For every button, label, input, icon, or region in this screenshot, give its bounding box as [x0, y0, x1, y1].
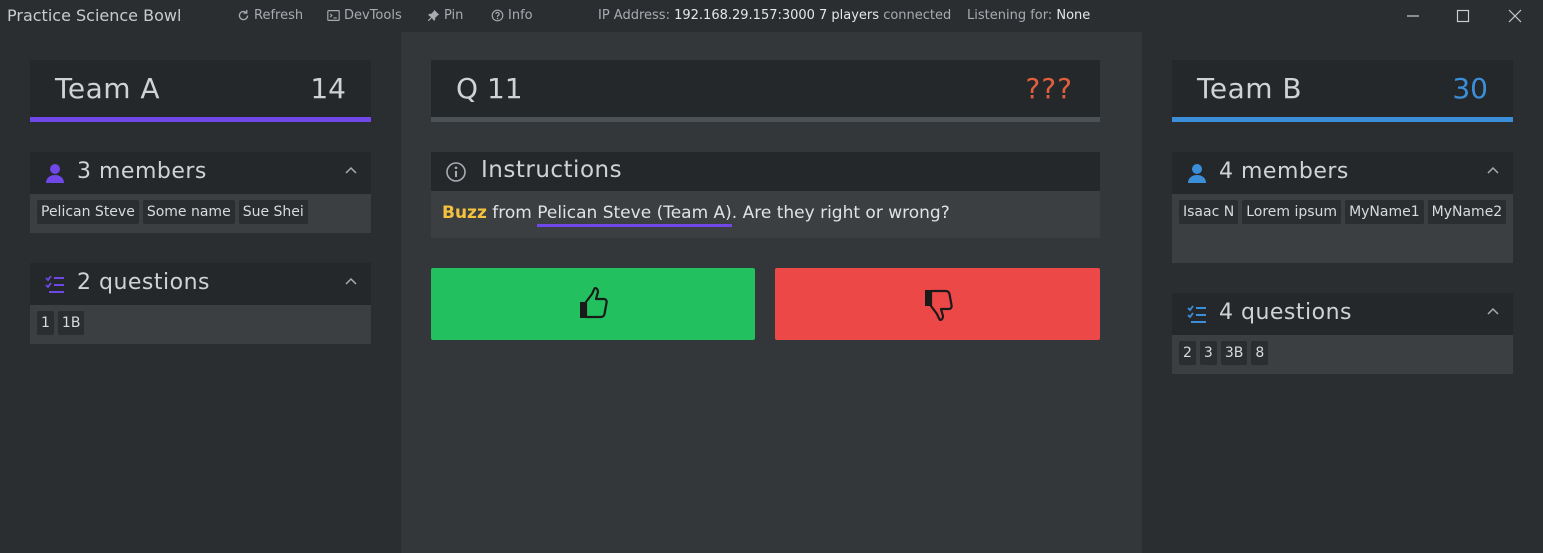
- maximize-icon: [1456, 9, 1470, 23]
- players-connected: 7 players connected: [819, 8, 951, 23]
- players-suffix: connected: [883, 8, 952, 23]
- minimize-button[interactable]: [1390, 4, 1436, 28]
- instructions-body: Buzz from Pelican Steve (Team A). Are th…: [431, 191, 1100, 238]
- ip-label: IP Address:: [598, 8, 670, 23]
- team-a-members-list: Pelican Steve Some name Sue Shei: [30, 194, 371, 233]
- maximize-button[interactable]: [1440, 4, 1486, 28]
- thumbs-down-icon: [924, 289, 953, 321]
- team-b-members-header[interactable]: 4 members: [1172, 152, 1513, 194]
- ip-address: IP Address: 192.168.29.157:3000: [598, 8, 815, 23]
- ip-value: 192.168.29.157:3000: [674, 8, 815, 23]
- devtools-button[interactable]: DevTools: [327, 8, 402, 23]
- question-chip: 2: [1179, 341, 1196, 365]
- info-button[interactable]: Info: [491, 8, 533, 23]
- chevron-up-icon[interactable]: [1487, 165, 1499, 177]
- refresh-button[interactable]: Refresh: [237, 8, 303, 23]
- question-chip: 1B: [57, 311, 85, 335]
- chevron-up-icon[interactable]: [345, 165, 357, 177]
- listening-value: None: [1056, 8, 1091, 23]
- listening-for: Listening for: None: [967, 8, 1090, 23]
- member-chip: Isaac N: [1179, 200, 1239, 224]
- member-chip: Some name: [142, 200, 235, 224]
- team-b-score: 30: [1452, 72, 1488, 105]
- team-b-questions-header[interactable]: 4 questions: [1172, 293, 1513, 335]
- team-b-card: Team B 30: [1172, 60, 1513, 122]
- team-b-questions-list: 2 3 3B 8: [1172, 335, 1513, 374]
- team-b-questions-title: 4 questions: [1219, 300, 1352, 325]
- question-chip: 3B: [1220, 341, 1248, 365]
- mark-wrong-button[interactable]: [775, 268, 1100, 340]
- question-chip: 3: [1199, 341, 1217, 365]
- info-icon: [446, 162, 466, 182]
- checklist-icon: [45, 275, 64, 293]
- app-title: Practice Science Bowl: [7, 6, 182, 25]
- pin-label: Pin: [444, 8, 464, 23]
- pin-button[interactable]: Pin: [427, 8, 463, 23]
- pin-icon: [427, 9, 440, 22]
- question-number: Q 11: [456, 72, 523, 105]
- mark-right-button[interactable]: [431, 268, 755, 340]
- user-icon: [46, 164, 64, 183]
- checklist-icon: [1187, 305, 1206, 323]
- instructions-header: Instructions: [431, 152, 1100, 191]
- refresh-label: Refresh: [254, 8, 304, 23]
- close-button[interactable]: [1492, 4, 1538, 28]
- team-a-questions-header[interactable]: 2 questions: [30, 263, 371, 305]
- team-a-members-title: 3 members: [77, 159, 207, 184]
- member-chip: MyName2: [1427, 200, 1507, 224]
- team-a-score: 14: [310, 72, 346, 105]
- team-a-questions-title: 2 questions: [77, 270, 210, 295]
- team-b-accent-bar: [1172, 117, 1513, 122]
- user-icon: [1188, 164, 1206, 183]
- instructions-title: Instructions: [481, 157, 623, 183]
- member-chip: Pelican Steve: [37, 200, 139, 224]
- from-text: from: [486, 203, 538, 223]
- title-bar: Practice Science Bowl Refresh DevTools P…: [0, 0, 1543, 32]
- buzz-word: Buzz: [442, 203, 487, 223]
- terminal-icon: [327, 10, 340, 21]
- instructions-prompt: . Are they right or wrong?: [731, 203, 950, 223]
- team-a-name: Team A: [55, 72, 161, 105]
- chevron-up-icon[interactable]: [1487, 306, 1499, 318]
- buzzing-player: Pelican Steve (Team A): [537, 203, 732, 227]
- team-a-card: Team A 14: [30, 60, 371, 122]
- listening-label: Listening for:: [967, 8, 1053, 23]
- refresh-icon: [238, 9, 249, 21]
- close-icon: [1508, 9, 1522, 23]
- thumbs-up-icon: [580, 287, 608, 319]
- chevron-up-icon[interactable]: [345, 276, 357, 288]
- minimize-icon: [1407, 15, 1419, 17]
- question-accent-bar: [431, 117, 1100, 122]
- question-chip: 1: [37, 311, 54, 335]
- help-icon: [491, 9, 504, 22]
- team-b-members-title: 4 members: [1219, 159, 1349, 184]
- team-a-accent-bar: [30, 117, 371, 122]
- team-b-name: Team B: [1197, 72, 1303, 105]
- team-a-questions-list: 1 1B: [30, 305, 371, 344]
- team-a-members-header[interactable]: 3 members: [30, 152, 371, 194]
- question-card: Q 11 ???: [431, 60, 1100, 122]
- players-count: 7 players: [819, 8, 880, 23]
- member-chip: Sue Shei: [238, 200, 308, 224]
- member-chip: Lorem ipsum: [1242, 200, 1342, 224]
- member-chip: MyName1: [1345, 200, 1424, 224]
- team-b-members-list: Isaac N Lorem ipsum MyName1 MyName2: [1172, 194, 1513, 263]
- info-label: Info: [508, 8, 533, 23]
- question-status: ???: [1025, 72, 1073, 105]
- question-chip: 8: [1251, 341, 1269, 365]
- devtools-label: DevTools: [344, 8, 402, 23]
